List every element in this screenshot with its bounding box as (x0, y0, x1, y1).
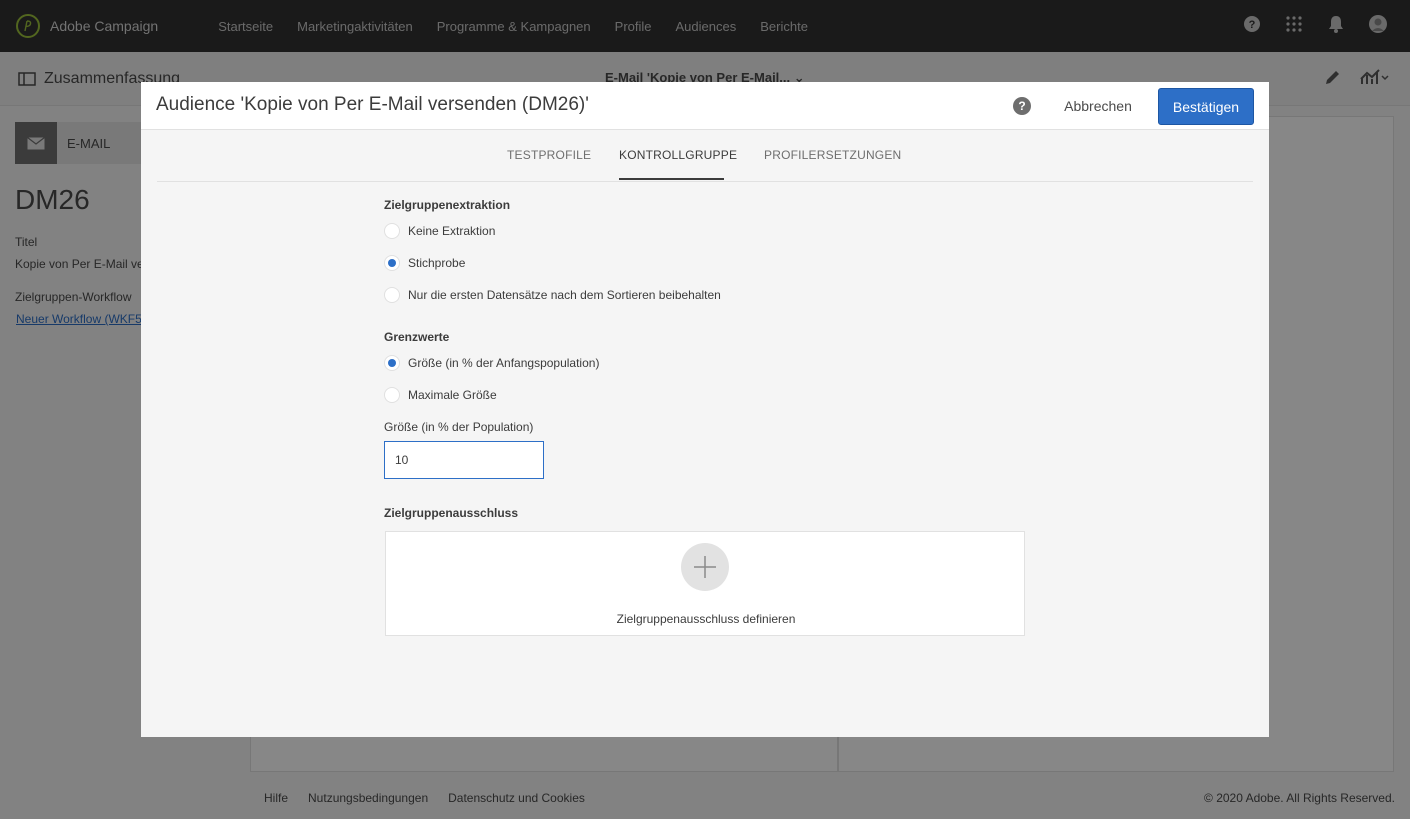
radio-stichprobe[interactable]: Stichprobe (384, 255, 465, 271)
tab-profilersetzungen[interactable]: PROFILERSETZUNGEN (764, 148, 901, 162)
dialog-tabs: TESTPROFILE KONTROLLGRUPPE PROFILERSETZU… (157, 130, 1253, 182)
size-field-label: Größe (in % der Population) (384, 420, 534, 434)
extraction-section-title: Zielgruppenextraktion (384, 198, 511, 212)
radio-label: Nur die ersten Datensätze nach dem Sorti… (408, 288, 721, 302)
radio-button[interactable] (384, 387, 400, 403)
exclusion-box: Zielgruppenausschluss definieren (385, 531, 1025, 636)
add-exclusion-button[interactable] (681, 543, 729, 591)
dialog-help-icon[interactable]: ? (1013, 97, 1031, 115)
radio-erste-datensaetze[interactable]: Nur die ersten Datensätze nach dem Sorti… (384, 287, 721, 303)
tab-testprofile[interactable]: TESTPROFILE (507, 148, 591, 162)
confirm-button[interactable]: Bestätigen (1158, 88, 1254, 125)
active-tab-indicator (619, 178, 724, 180)
dialog-title: Audience 'Kopie von Per E-Mail versenden… (156, 94, 589, 115)
define-exclusion-label[interactable]: Zielgruppenausschluss definieren (386, 612, 1026, 626)
radio-button[interactable] (384, 287, 400, 303)
size-percent-input[interactable] (384, 441, 544, 479)
radio-label: Größe (in % der Anfangspopulation) (408, 356, 600, 370)
audience-dialog: Audience 'Kopie von Per E-Mail versenden… (141, 82, 1269, 737)
cancel-button[interactable]: Abbrechen (1055, 88, 1141, 124)
radio-groesse-prozent[interactable]: Größe (in % der Anfangspopulation) (384, 355, 599, 371)
radio-label: Maximale Größe (408, 388, 497, 402)
plus-icon (694, 556, 716, 578)
radio-button-selected[interactable] (384, 355, 400, 371)
radio-label: Stichprobe (408, 256, 466, 270)
limits-section-title: Grenzwerte (384, 330, 450, 344)
radio-maximale-groesse[interactable]: Maximale Größe (384, 387, 497, 403)
radio-keine-extraktion[interactable]: Keine Extraktion (384, 223, 495, 239)
dialog-header: Audience 'Kopie von Per E-Mail versenden… (141, 82, 1269, 130)
tab-kontrollgruppe[interactable]: KONTROLLGRUPPE (619, 148, 737, 162)
exclusion-section-title: Zielgruppenausschluss (384, 506, 519, 520)
radio-label: Keine Extraktion (408, 224, 496, 238)
radio-button[interactable] (384, 223, 400, 239)
radio-button-selected[interactable] (384, 255, 400, 271)
